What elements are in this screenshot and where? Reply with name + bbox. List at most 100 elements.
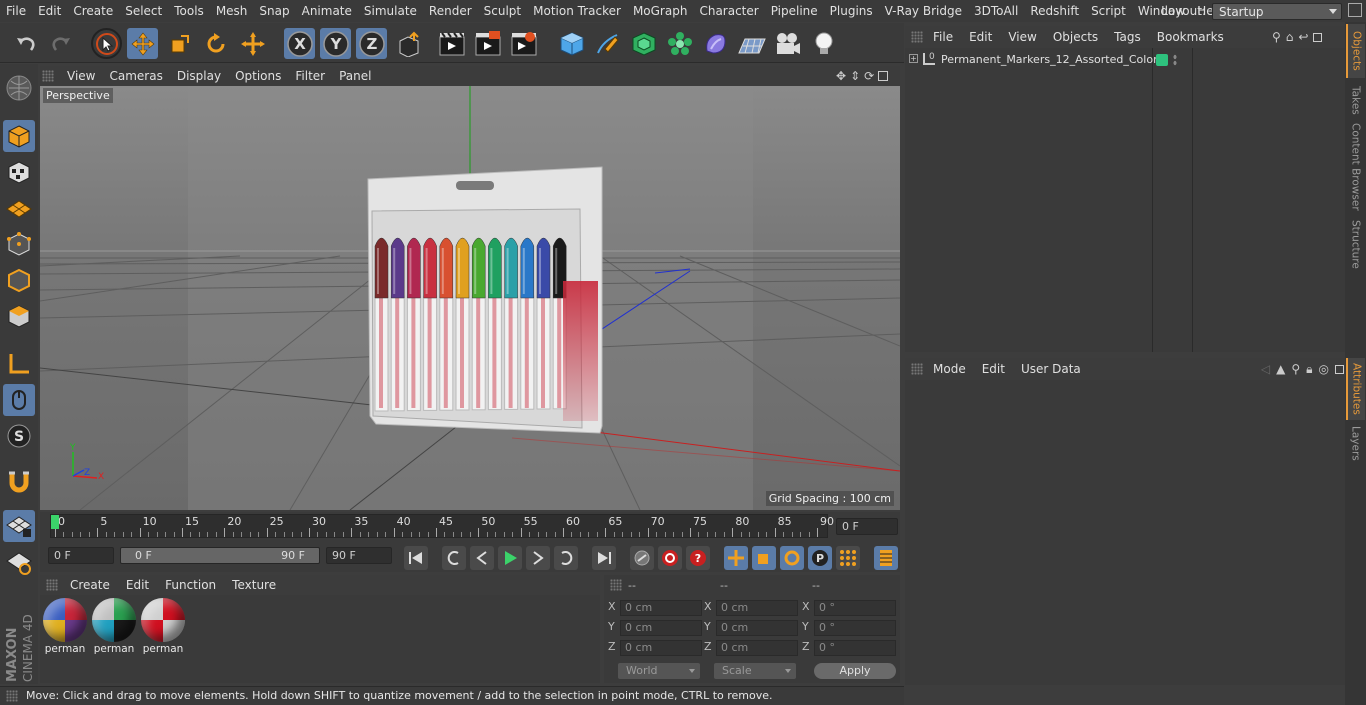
lock-icon[interactable]: 🔒︎ — [1306, 362, 1312, 377]
transform-icon[interactable] — [237, 28, 268, 59]
material-menu-function[interactable]: Function — [157, 578, 224, 592]
snap-icon[interactable] — [3, 466, 35, 498]
record-keys-icon[interactable] — [630, 546, 654, 570]
search-icon[interactable]: ⚲ — [1291, 362, 1300, 376]
viewport-menu-view[interactable]: View — [60, 69, 102, 83]
menu-3dtoall[interactable]: 3DToAll — [968, 4, 1024, 18]
render-settings-icon[interactable] — [508, 28, 539, 59]
workplane-icon[interactable] — [3, 192, 35, 224]
move-icon[interactable] — [127, 28, 158, 59]
cloner-icon[interactable] — [664, 28, 695, 59]
y-axis-icon[interactable]: Y — [320, 28, 351, 59]
rotate-icon[interactable] — [200, 28, 231, 59]
size-mode-dropdown[interactable]: Scale — [714, 663, 796, 679]
keyframe-selection-icon[interactable]: ? — [686, 546, 710, 570]
record-parameter-icon[interactable]: P — [808, 546, 832, 570]
menu-edit[interactable]: Edit — [32, 4, 67, 18]
size-field[interactable]: 0 cm — [716, 600, 798, 616]
apply-button[interactable]: Apply — [814, 663, 896, 679]
menu-plugins[interactable]: Plugins — [824, 4, 879, 18]
new-window-icon[interactable] — [1313, 32, 1323, 42]
tab-layers[interactable]: Layers — [1346, 422, 1365, 464]
window-restore-icon[interactable] — [1348, 3, 1362, 17]
floor-icon[interactable] — [736, 28, 767, 59]
polygons-mode-icon[interactable] — [3, 300, 35, 332]
x-axis-icon[interactable]: X — [284, 28, 315, 59]
viewport-menu-filter[interactable]: Filter — [288, 69, 332, 83]
goto-end-icon[interactable] — [592, 546, 616, 570]
frame-range-slider[interactable]: 0 F 90 F — [120, 547, 320, 564]
material-thumbnail[interactable]: perman — [43, 598, 87, 658]
menu-v-ray-bridge[interactable]: V-Ray Bridge — [879, 4, 968, 18]
redo-icon[interactable] — [45, 28, 76, 59]
light-icon[interactable] — [808, 28, 839, 59]
workplane-lock-icon[interactable] — [3, 510, 35, 542]
size-field[interactable]: 0 cm — [716, 620, 798, 636]
viewport-menu-cameras[interactable]: Cameras — [102, 69, 169, 83]
locked-workplane-icon[interactable] — [3, 546, 35, 578]
tab-objects[interactable]: Objects — [1346, 24, 1365, 78]
solo-icon[interactable]: S — [3, 420, 35, 452]
maximize-view-icon[interactable] — [878, 70, 889, 81]
position-field[interactable]: 0 cm — [620, 620, 702, 636]
make-editable-icon[interactable] — [3, 72, 35, 104]
z-axis-icon[interactable]: Z — [356, 28, 387, 59]
tab-structure[interactable]: Structure — [1346, 214, 1365, 274]
coordinate-system-icon[interactable] — [393, 28, 424, 59]
rotation-field[interactable]: 0 ° — [814, 620, 896, 636]
menu-simulate[interactable]: Simulate — [358, 4, 423, 18]
menu-tools[interactable]: Tools — [168, 4, 210, 18]
position-field[interactable]: 0 cm — [620, 600, 702, 616]
attribute-menu-edit[interactable]: Edit — [974, 362, 1013, 376]
goto-start-icon[interactable] — [404, 546, 428, 570]
new-window-icon[interactable] — [1335, 364, 1344, 374]
tab-attributes[interactable]: Attributes — [1346, 358, 1365, 420]
viewport-menu-display[interactable]: Display — [170, 69, 228, 83]
subdivision-icon[interactable] — [628, 28, 659, 59]
back-arrow-icon[interactable]: ◁ — [1261, 362, 1270, 376]
timeline-window-icon[interactable] — [874, 546, 898, 570]
up-arrow-icon[interactable]: ▲ — [1276, 362, 1285, 376]
model-mode-icon[interactable] — [3, 120, 35, 152]
prev-keyframe-icon[interactable] — [442, 546, 466, 570]
tab-content-browser[interactable]: Content Browser — [1346, 122, 1365, 212]
menu-redshift[interactable]: Redshift — [1024, 4, 1085, 18]
edges-mode-icon[interactable] — [3, 264, 35, 296]
timeline[interactable]: 0 5 10 15 20 25 30 35 40 45 50 55 60 65 70 75 80 85 90 0 F — [40, 512, 900, 542]
current-frame-field[interactable]: 0 F — [836, 518, 898, 535]
menu-mograph[interactable]: MoGraph — [627, 4, 694, 18]
viewport-menu-options[interactable]: Options — [228, 69, 288, 83]
layer-color-swatch[interactable] — [1156, 54, 1168, 66]
viewport-menu-panel[interactable]: Panel — [332, 69, 378, 83]
record-position-icon[interactable] — [724, 546, 748, 570]
menu-render[interactable]: Render — [423, 4, 478, 18]
texture-mode-icon[interactable] — [3, 156, 35, 188]
scale-icon[interactable] — [164, 28, 195, 59]
axis-mode-icon[interactable] — [3, 348, 35, 380]
object-menu-view[interactable]: View — [1000, 30, 1044, 44]
expand-icon[interactable]: + — [909, 54, 918, 63]
orbit-icon[interactable]: ⟳ — [864, 69, 874, 83]
record-scale-icon[interactable] — [752, 546, 776, 570]
start-frame-field[interactable]: 0 F — [48, 547, 114, 564]
layout-dropdown[interactable]: Startup — [1212, 2, 1342, 20]
record-rotation-icon[interactable] — [780, 546, 804, 570]
menu-motion-tracker[interactable]: Motion Tracker — [527, 4, 627, 18]
coordinate-mode-dropdown[interactable]: World — [618, 663, 700, 679]
material-menu-texture[interactable]: Texture — [224, 578, 284, 592]
rotation-field[interactable]: 0 ° — [814, 600, 896, 616]
next-frame-icon[interactable] — [526, 546, 550, 570]
material-menu-edit[interactable]: Edit — [118, 578, 157, 592]
timeline-ruler[interactable]: 0 5 10 15 20 25 30 35 40 45 50 55 60 65 70 75 80 85 90 — [50, 514, 834, 538]
next-keyframe-icon[interactable] — [554, 546, 578, 570]
position-field[interactable]: 0 cm — [620, 640, 702, 656]
tweak-mode-icon[interactable] — [3, 384, 35, 416]
menu-animate[interactable]: Animate — [296, 4, 358, 18]
attribute-menu-user-data[interactable]: User Data — [1013, 362, 1089, 376]
play-icon[interactable] — [498, 546, 522, 570]
menu-character[interactable]: Character — [693, 4, 764, 18]
autokey-icon[interactable] — [658, 546, 682, 570]
menu-select[interactable]: Select — [119, 4, 168, 18]
cube-icon[interactable] — [556, 28, 587, 59]
menu-mesh[interactable]: Mesh — [210, 4, 254, 18]
